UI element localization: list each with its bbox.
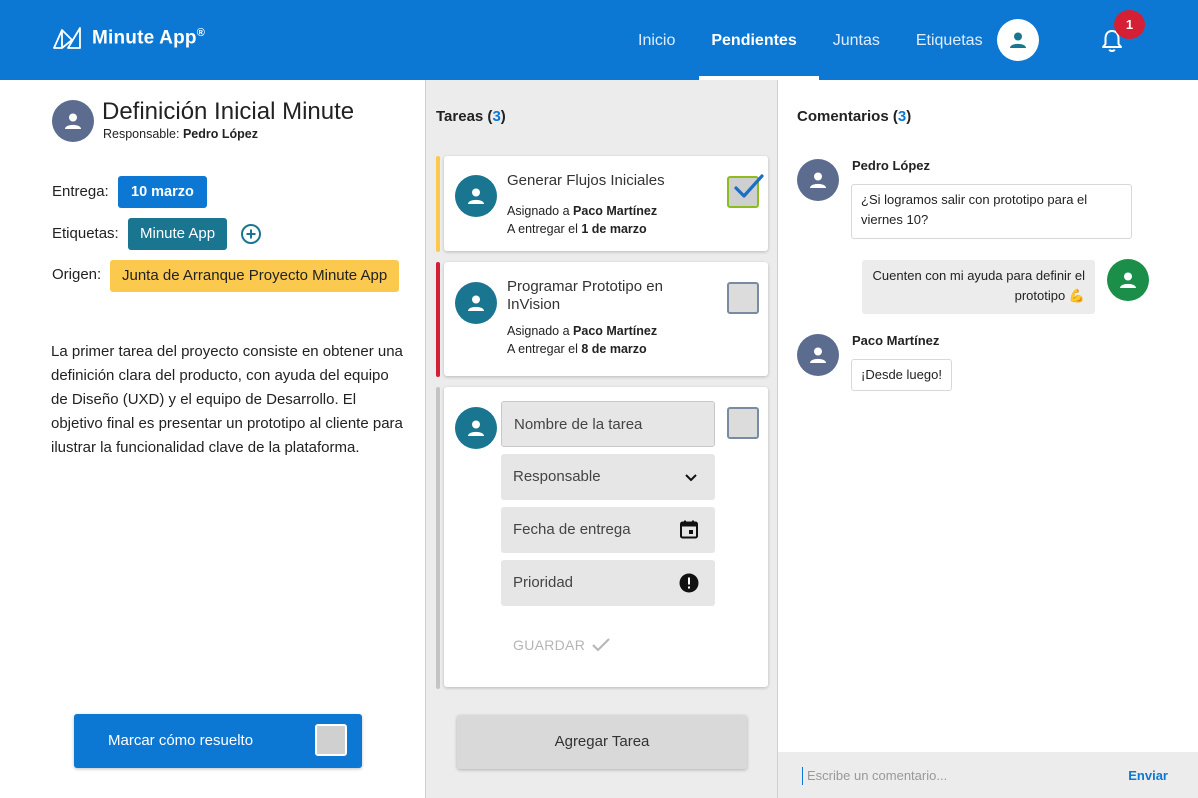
save-label: GUARDAR bbox=[513, 637, 586, 653]
due-date: 8 de marzo bbox=[581, 342, 647, 356]
tasks-heading: Tareas (3) bbox=[436, 108, 506, 125]
due-date-pill[interactable]: 10 marzo bbox=[118, 176, 207, 208]
task-name-input[interactable]: Nombre de la tarea bbox=[501, 401, 715, 447]
main-nav: Inicio Pendientes Juntas Etiquetas bbox=[620, 0, 1001, 80]
nav-juntas[interactable]: Juntas bbox=[815, 0, 898, 80]
user-icon bbox=[810, 172, 826, 188]
nav-etiquetas[interactable]: Etiquetas bbox=[898, 0, 1001, 80]
comment-input[interactable]: Escribe un comentario... bbox=[802, 767, 947, 785]
commenter-avatar bbox=[797, 159, 839, 201]
origen-label: Origen: bbox=[52, 266, 102, 283]
user-avatar-button[interactable] bbox=[997, 19, 1039, 61]
comment-author: Paco Martínez bbox=[852, 333, 940, 348]
check-icon bbox=[592, 638, 610, 652]
user-icon bbox=[1010, 32, 1026, 48]
calendar-icon bbox=[680, 520, 698, 539]
comment-composer: Escribe un comentario... Enviar bbox=[778, 752, 1198, 798]
assignee-avatar bbox=[455, 175, 497, 217]
due-label: A entregar el bbox=[507, 342, 578, 356]
own-avatar bbox=[1107, 259, 1149, 301]
user-icon bbox=[468, 295, 484, 311]
responsable-line: Responsable: Pedro López bbox=[103, 127, 258, 141]
responsable-name: Pedro López bbox=[182, 127, 258, 141]
task-card[interactable]: Generar Flujos Iniciales Asignado a Paco… bbox=[444, 156, 768, 251]
user-icon bbox=[468, 420, 484, 436]
task-description: La primer tarea del proyecto consiste en… bbox=[51, 343, 403, 456]
comment-bubble: ¡Desde luego! bbox=[851, 359, 952, 391]
task-assignee: Asignado a Paco Martínez bbox=[507, 322, 657, 340]
tasks-panel: Tareas (3) Generar Flujos Iniciales Asig… bbox=[426, 80, 778, 798]
task-done-checkbox[interactable] bbox=[727, 282, 759, 314]
due-date-input[interactable]: Fecha de entrega bbox=[501, 507, 715, 553]
app-name: Minute App bbox=[92, 27, 197, 49]
tasks-count: 3 bbox=[492, 108, 501, 125]
comments-title: Comentarios bbox=[797, 108, 889, 125]
alert-icon bbox=[679, 573, 699, 593]
task-due: A entregar el 8 de marzo bbox=[507, 340, 647, 358]
top-bar: Minute App® Inicio Pendientes Juntas Eti… bbox=[0, 0, 1198, 80]
page-title: Definición Inicial Minute bbox=[102, 98, 355, 125]
user-icon bbox=[468, 188, 484, 204]
own-comment-line-1: Cuenten con mi ayuda para definir el bbox=[872, 268, 1085, 283]
save-button[interactable]: GUARDAR bbox=[513, 637, 611, 653]
task-detail-panel: Definición Inicial Minute Responsable: P… bbox=[0, 80, 426, 798]
responsable-label: Responsable: bbox=[103, 127, 180, 141]
chevron-down-icon bbox=[685, 474, 697, 482]
assignee-avatar bbox=[455, 282, 497, 324]
resolved-checkbox[interactable] bbox=[315, 724, 347, 756]
assignee-name: Paco Martínez bbox=[573, 324, 658, 338]
send-button[interactable]: Enviar bbox=[1128, 768, 1168, 783]
task-due: A entregar el 1 de marzo bbox=[507, 220, 647, 238]
assigned-label: Asignado a bbox=[507, 204, 570, 218]
task-assignee: Asignado a Paco Martínez bbox=[507, 202, 657, 220]
minute-logo-icon bbox=[53, 27, 81, 49]
commenter-avatar bbox=[797, 334, 839, 376]
due-date: 1 de marzo bbox=[581, 222, 647, 236]
tasks-title: Tareas bbox=[436, 108, 484, 125]
user-icon bbox=[65, 113, 81, 129]
add-tag-icon[interactable] bbox=[240, 223, 262, 245]
priority-placeholder: Prioridad bbox=[513, 574, 574, 591]
task-done-checkbox[interactable] bbox=[727, 174, 764, 208]
user-icon bbox=[810, 347, 826, 363]
comment-author: Pedro López bbox=[852, 158, 931, 173]
comments-panel: Comentarios (3) Pedro López ¿Si logramos… bbox=[778, 80, 1198, 798]
assignee-avatar bbox=[455, 407, 497, 449]
notification-badge: 1 bbox=[1114, 10, 1145, 39]
nav-inicio[interactable]: Inicio bbox=[620, 0, 693, 80]
responsable-placeholder: Responsable bbox=[513, 468, 601, 485]
task-done-checkbox[interactable] bbox=[727, 407, 759, 439]
origin-pill[interactable]: Junta de Arranque Proyecto Minute App bbox=[110, 260, 400, 292]
assigned-label: Asignado a bbox=[507, 324, 570, 338]
responsable-avatar bbox=[52, 100, 94, 142]
mark-resolved-label: Marcar cómo resuelto bbox=[108, 732, 254, 749]
assignee-name: Paco Martínez bbox=[573, 204, 658, 218]
due-label: A entregar el bbox=[507, 222, 578, 236]
app-logo[interactable]: Minute App® bbox=[52, 26, 205, 50]
priority-input[interactable]: Prioridad bbox=[501, 560, 715, 606]
user-icon bbox=[1120, 272, 1136, 288]
checkmark-icon bbox=[734, 174, 764, 198]
comments-count: 3 bbox=[897, 108, 907, 125]
nav-pendientes[interactable]: Pendientes bbox=[693, 0, 820, 80]
new-task-form: Nombre de la tarea Responsable Fecha de … bbox=[444, 387, 768, 687]
responsable-select[interactable]: Responsable bbox=[501, 454, 715, 500]
comments-heading: Comentarios (3) bbox=[797, 108, 912, 125]
trademark-symbol: ® bbox=[196, 26, 206, 39]
entrega-label: Entrega: bbox=[52, 183, 109, 200]
due-date-placeholder: Fecha de entrega bbox=[513, 521, 631, 538]
mark-resolved-button[interactable]: Marcar cómo resuelto bbox=[74, 714, 362, 768]
tag-pill[interactable]: Minute App bbox=[128, 218, 228, 250]
own-comment-bubble: Cuenten con mi ayuda para definir el pro… bbox=[862, 260, 1095, 314]
task-card[interactable]: Programar Prototipo en InVision Asignado… bbox=[444, 262, 768, 376]
etiquetas-label: Etiquetas: bbox=[52, 225, 119, 242]
priority-bar bbox=[436, 262, 440, 377]
priority-bar bbox=[436, 156, 440, 252]
comment-bubble: ¿Si logramos salir con prototipo para el… bbox=[851, 184, 1132, 239]
task-title: Generar Flujos Iniciales bbox=[507, 172, 665, 189]
add-task-button[interactable]: Agregar Tarea bbox=[457, 715, 747, 769]
priority-bar bbox=[436, 387, 440, 689]
task-title: Programar Prototipo en InVision bbox=[507, 278, 663, 313]
own-comment-line-2: prototipo 💪 bbox=[1014, 288, 1085, 303]
